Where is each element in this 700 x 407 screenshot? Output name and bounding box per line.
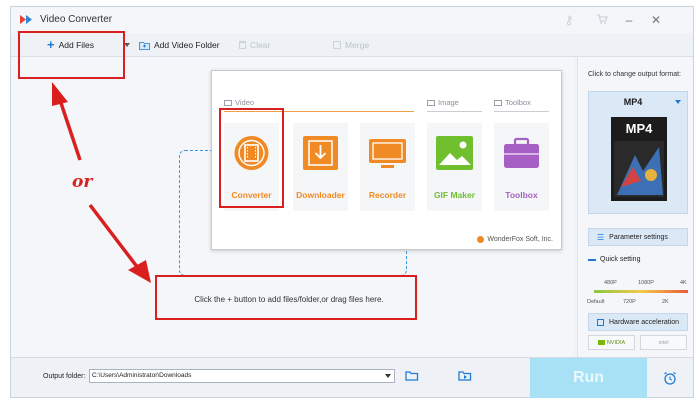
arrow-up-shaft xyxy=(58,99,82,161)
arrow-up-head xyxy=(52,82,68,106)
arrow-down-shaft xyxy=(88,203,140,270)
annotation-arrows xyxy=(52,82,151,283)
arrow-down-head xyxy=(128,260,151,283)
